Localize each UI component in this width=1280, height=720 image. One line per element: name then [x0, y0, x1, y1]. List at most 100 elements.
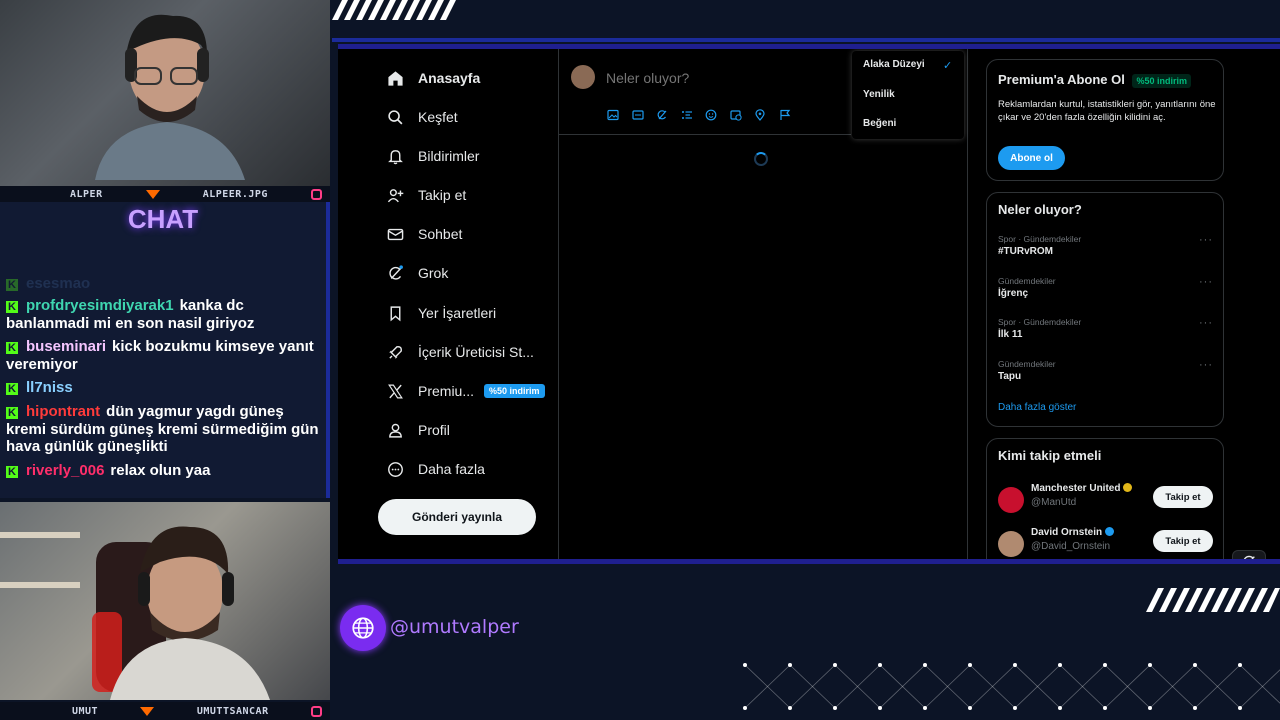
gif-icon[interactable] — [630, 107, 646, 123]
grok-floating-button[interactable] — [1232, 550, 1266, 559]
chat-panel: CHAT Kesesmao Kprofdryesimdiyarak1 kanka … — [0, 202, 330, 498]
trend-name: Tapu — [998, 371, 1022, 382]
nav-item-bookmarks[interactable]: Yer İşaretleri — [386, 297, 496, 329]
nav-item-profile[interactable]: Profil — [386, 414, 450, 446]
compose-input[interactable] — [604, 65, 848, 91]
nav-item-messages[interactable]: Sohbet — [386, 218, 462, 250]
trend-name: #TURvROM — [998, 246, 1054, 257]
nav-item-creator-studio[interactable]: İçerik Üreticisi St... — [386, 336, 534, 368]
avatar[interactable] — [998, 487, 1024, 513]
more-icon[interactable]: ··· — [1199, 317, 1213, 329]
account-name: Manchester United — [1031, 483, 1133, 494]
cam-top-left-name: ALPER — [70, 188, 103, 200]
follow-button[interactable]: Takip et — [1153, 530, 1213, 552]
chat-message: Kprofdryesimdiyarak1 kanka dc banlanmadi … — [6, 297, 324, 332]
cam-top-nameplate: ALPER ALPEER.JPG — [0, 186, 330, 202]
sort-option-relevance[interactable]: Alaka Düzeyi — [863, 59, 925, 70]
composer-toolbar — [605, 107, 801, 123]
chat-text: relax olun yaa — [110, 462, 211, 479]
more-icon[interactable]: ··· — [1199, 276, 1213, 288]
premium-description: Reklamlardan kurtul, istatistikleri gör,… — [998, 99, 1216, 123]
cam-bottom-nameplate: UMUT UMUTTSANCAR — [0, 702, 330, 720]
chat-message: Kesesmao — [6, 275, 324, 293]
trend-item[interactable]: Spor · Gündemdekiler İlk 11 ··· — [998, 317, 1213, 340]
trend-item[interactable]: Gündemdekiler Tapu ··· — [998, 359, 1213, 382]
who-to-follow-title: Kimi takip etmeli — [998, 448, 1102, 463]
more-icon[interactable]: ··· — [1199, 234, 1213, 246]
rocket-icon — [386, 343, 404, 361]
sort-dropdown-menu: Alaka Düzeyi ✓ Yenilik Beğeni — [852, 51, 964, 139]
cam-bottom-right-name: UMUTTSANCAR — [196, 705, 269, 717]
nav-label: Daha fazla — [418, 461, 485, 477]
nav-item-grok[interactable]: Grok — [386, 257, 448, 289]
x-logo-icon — [386, 382, 404, 400]
discount-badge: %50 indirim — [1132, 74, 1191, 88]
trend-name: İğrenç — [998, 288, 1029, 299]
bookmark-icon — [386, 304, 404, 322]
kick-icon: K — [6, 407, 18, 419]
more-icon[interactable]: ··· — [1199, 359, 1213, 371]
nav-item-explore[interactable]: Keşfet — [386, 101, 458, 133]
trends-title: Neler oluyor? — [998, 202, 1082, 217]
checkmark-icon: ✓ — [943, 60, 953, 72]
x-browser-window: Anasayfa Keşfet Bildirimler Takip et Soh… — [338, 44, 1280, 564]
divider — [559, 134, 851, 135]
timeline-column: Alaka Düzeyi ✓ Yenilik Beğeni — [558, 49, 968, 559]
chat-username: profdryesimdiyarak1 — [26, 297, 174, 314]
nav-item-notifications[interactable]: Bildirimler — [386, 140, 479, 172]
poll-icon[interactable] — [679, 107, 695, 123]
chat-message: Kll7niss — [6, 379, 324, 397]
trend-item[interactable]: Spor · Gündemdekiler #TURvROM ··· — [998, 234, 1213, 257]
nav-label: Premiu... — [418, 383, 475, 399]
decor-stripes-top — [332, 0, 456, 20]
bell-icon — [386, 147, 404, 165]
follow-suggestion[interactable]: David Ornstein @David_Ornstein Takip et — [998, 527, 1213, 559]
post-button[interactable]: Gönderi yayınla — [378, 499, 536, 535]
location-icon[interactable] — [752, 107, 768, 123]
chat-username: ll7niss — [26, 379, 73, 396]
trend-name: İlk 11 — [998, 329, 1023, 340]
person-icon — [386, 421, 404, 439]
avatar[interactable] — [998, 531, 1024, 557]
trend-item[interactable]: Gündemdekiler İğrenç ··· — [998, 276, 1213, 299]
loading-spinner — [754, 152, 768, 166]
globe-icon — [352, 617, 374, 639]
chat-title: CHAT — [127, 204, 199, 234]
nav-item-home[interactable]: Anasayfa — [386, 62, 480, 94]
avatar[interactable] — [571, 65, 595, 89]
nav-item-more[interactable]: Daha fazla — [386, 453, 485, 485]
home-icon — [386, 69, 404, 87]
triangle-icon — [145, 189, 160, 199]
nav-item-premium[interactable]: Premiu... %50 indirim — [386, 375, 545, 407]
image-icon[interactable] — [605, 107, 621, 123]
nav-label: Grok — [418, 265, 449, 281]
schedule-icon[interactable] — [728, 107, 744, 123]
nav-item-follow[interactable]: Takip et — [386, 179, 466, 211]
show-more-link[interactable]: Daha fazla göster — [998, 402, 1076, 413]
sort-option-likes[interactable]: Beğeni — [863, 118, 896, 129]
emoji-icon[interactable] — [703, 107, 719, 123]
kick-icon: K — [6, 466, 18, 478]
trend-category: Gündemdekiler — [998, 276, 1056, 286]
premium-card: Premium'a Abone Ol %50 indirim Reklamlar… — [986, 59, 1224, 181]
kick-icon: K — [6, 279, 18, 291]
account-name: David Ornstein — [1031, 527, 1115, 538]
trend-category: Spor · Gündemdekiler — [998, 317, 1082, 327]
flag-icon[interactable] — [777, 107, 793, 123]
chat-message: Kbuseminari kick bozukmu kimseye yanıt ve… — [6, 338, 324, 373]
webcam-top — [0, 0, 330, 186]
nav-label: Profil — [418, 422, 450, 438]
kick-icon: K — [6, 301, 18, 313]
sort-option-recent[interactable]: Yenilik — [863, 89, 895, 100]
chat-username: riverly_006 — [26, 462, 105, 479]
trend-category: Spor · Gündemdekiler — [998, 234, 1082, 244]
follow-button[interactable]: Takip et — [1153, 486, 1213, 508]
nav-label: Yer İşaretleri — [418, 305, 497, 321]
triangle-icon — [140, 706, 155, 716]
verified-icon — [1123, 483, 1133, 492]
chat-username: hipontrant — [26, 403, 101, 420]
subscribe-button[interactable]: Abone ol — [998, 146, 1065, 170]
follow-suggestion[interactable]: Manchester United @ManUtd Takip et — [998, 483, 1213, 519]
grok-icon[interactable] — [654, 107, 670, 123]
streamer-silhouette-top — [95, 14, 245, 180]
